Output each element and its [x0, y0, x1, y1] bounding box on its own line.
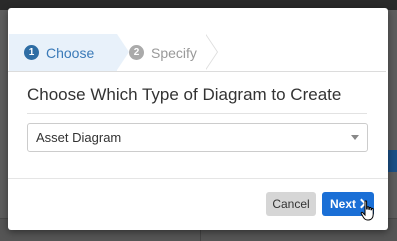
select-value: Asset Diagram	[36, 130, 122, 145]
step-arrow	[205, 34, 217, 70]
next-label: Next	[329, 197, 356, 211]
step-label: Specify	[151, 44, 197, 61]
dialog-heading: Choose Which Type of Diagram to Create	[27, 85, 367, 114]
diagram-type-select[interactable]: Asset Diagram	[27, 123, 368, 152]
background-tab	[387, 150, 397, 172]
create-diagram-dialog: 1 Choose 2 Specify Choose Which Type of …	[8, 8, 388, 230]
step-choose[interactable]: 1 Choose	[9, 34, 117, 71]
step-number-badge: 2	[129, 45, 144, 60]
step-arrow	[117, 34, 129, 70]
step-number-badge: 1	[24, 45, 39, 60]
wizard-steps: 1 Choose 2 Specify	[8, 34, 386, 72]
cancel-button[interactable]: Cancel	[266, 192, 316, 216]
hand-pointer-cursor-icon	[360, 200, 374, 221]
caret-down-icon	[351, 135, 359, 140]
step-specify[interactable]: 2 Specify	[129, 34, 213, 71]
step-label: Choose	[46, 44, 95, 61]
footer-divider	[8, 178, 388, 179]
